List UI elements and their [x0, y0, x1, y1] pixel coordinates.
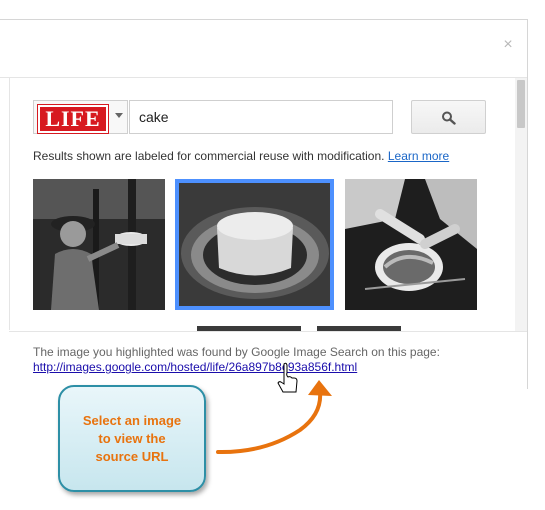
content-left-border — [9, 77, 10, 330]
header-divider — [0, 77, 527, 78]
life-logo: LIFE — [38, 105, 108, 133]
cake-on-plate-image — [179, 183, 330, 306]
callout-line-2: to view the — [98, 430, 166, 446]
image-source-select[interactable]: LIFE — [33, 100, 128, 134]
learn-more-link[interactable]: Learn more — [388, 149, 449, 163]
result-thumbnail-selected[interactable] — [179, 183, 330, 306]
callout-line-3: source URL — [95, 448, 169, 464]
result-thumbnail[interactable] — [345, 179, 477, 310]
callout-text: Select an image to view the source URL — [71, 412, 193, 466]
results-note-text: Results shown are labeled for commercial… — [33, 149, 385, 163]
search-button[interactable] — [411, 100, 486, 134]
chevron-down-icon — [115, 113, 123, 118]
results-license-note: Results shown are labeled for commercial… — [33, 149, 449, 163]
scrollbar[interactable] — [515, 78, 527, 331]
scrollbar-thumb[interactable] — [517, 80, 525, 128]
source-url-link[interactable]: http://images.google.com/hosted/life/26a… — [33, 360, 357, 374]
hands-cutting-pie-image — [345, 179, 477, 310]
dialog-top-border — [0, 19, 527, 20]
result-thumbnail[interactable] — [33, 179, 165, 310]
source-found-text: The image you highlighted was found by G… — [33, 345, 440, 359]
close-icon[interactable]: × — [501, 37, 515, 53]
woman-holding-cake-image — [33, 179, 165, 310]
dialog-right-border — [527, 19, 528, 389]
callout-line-1: Select an image — [82, 412, 182, 428]
search-icon — [442, 111, 456, 125]
search-input[interactable] — [129, 100, 393, 134]
tutorial-callout: Select an image to view the source URL — [58, 385, 206, 492]
footer-divider — [9, 331, 527, 332]
